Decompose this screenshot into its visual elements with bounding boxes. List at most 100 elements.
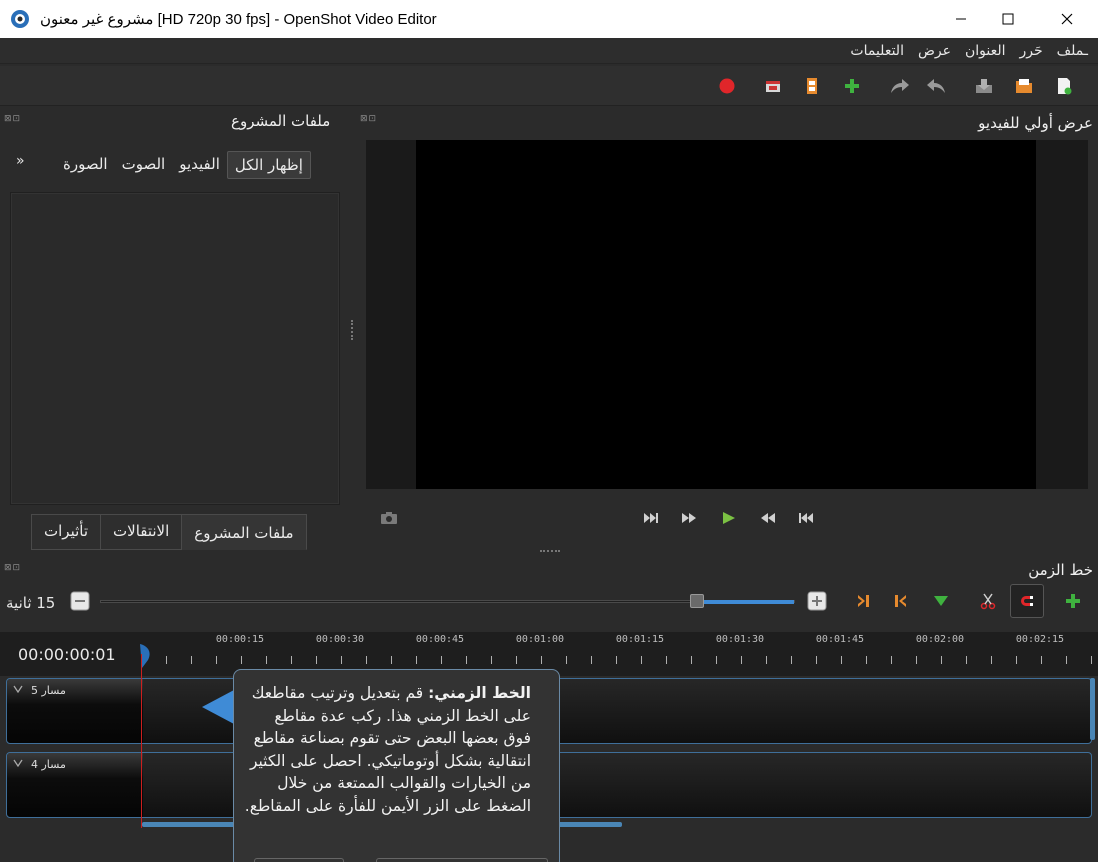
- ruler-tick: [191, 656, 192, 664]
- playhead-handle-icon[interactable]: [136, 644, 154, 668]
- choose-profile-button[interactable]: [800, 74, 824, 98]
- menu-help[interactable]: التعليمات: [850, 43, 904, 59]
- save-project-button[interactable]: [972, 74, 996, 98]
- ruler-tick: [441, 656, 442, 664]
- tab-effects[interactable]: تأثيرات: [31, 514, 102, 550]
- ruler-tick: [641, 656, 642, 664]
- minimize-icon: [956, 18, 966, 20]
- redo-button[interactable]: [888, 74, 912, 98]
- play-icon[interactable]: [719, 510, 737, 526]
- maximize-icon: [1002, 13, 1014, 25]
- minimize-button[interactable]: [938, 0, 984, 38]
- close-button[interactable]: [1044, 0, 1090, 38]
- tab-project-files[interactable]: ملفات المشروع: [181, 514, 307, 550]
- ruler-tick: [966, 656, 967, 664]
- record-icon: [719, 78, 735, 94]
- add-marker-button[interactable]: [928, 588, 954, 614]
- scissors-icon: [980, 593, 996, 610]
- ruler-label: 00:02:15: [1015, 634, 1065, 645]
- zoom-in-button[interactable]: [804, 588, 830, 614]
- open-project-button[interactable]: [1012, 74, 1036, 98]
- open-folder-icon: [1016, 79, 1032, 93]
- ruler-tick: [991, 656, 992, 664]
- save-icon: [976, 79, 992, 93]
- menu-bar: ـملف حَرر العنوان عرض التعليمات: [0, 38, 1098, 64]
- jump-to-start-icon[interactable]: [797, 510, 815, 526]
- add-track-button[interactable]: [1060, 588, 1086, 614]
- timeline-dock-controls[interactable]: ⊠⊡: [4, 563, 24, 575]
- filter-audio[interactable]: الصوت: [115, 151, 173, 179]
- ruler-tick: [816, 656, 817, 664]
- project-files-title: ملفات المشروع: [231, 112, 331, 130]
- ruler-tick: [466, 656, 467, 664]
- new-file-icon: [1058, 78, 1072, 95]
- clapperboard-icon: [766, 81, 780, 92]
- undo-icon: [927, 79, 945, 93]
- fullscreen-button[interactable]: [761, 74, 785, 98]
- snapping-toggle-button[interactable]: [1010, 584, 1044, 618]
- plus-icon: [1066, 594, 1080, 608]
- tooltip-hide-button[interactable]: [254, 858, 344, 862]
- menu-edit[interactable]: حَرر: [1020, 43, 1043, 59]
- more-filters-chevron-icon[interactable]: »: [16, 153, 25, 169]
- jump-to-end-icon[interactable]: [642, 510, 660, 526]
- vertical-splitter-handle[interactable]: [351, 320, 355, 340]
- timeline-vertical-scrollbar[interactable]: [1090, 678, 1095, 740]
- ruler-tick: [841, 656, 842, 664]
- ruler-tick: [1066, 656, 1067, 664]
- fast-forward-icon[interactable]: [680, 510, 698, 526]
- filter-image[interactable]: الصورة: [56, 151, 115, 179]
- ruler-tick: [491, 656, 492, 664]
- horizontal-splitter-handle[interactable]: [540, 550, 560, 553]
- ruler-tick: [866, 656, 867, 664]
- ruler-tick: [741, 656, 742, 664]
- ruler-tick: [541, 656, 542, 664]
- import-files-button[interactable]: [840, 74, 864, 98]
- tooltip-next-button[interactable]: [376, 858, 548, 862]
- project-files-dock-controls[interactable]: ⊠⊡: [4, 114, 24, 126]
- ruler-tick: [266, 656, 267, 664]
- tooltip-heading: الخط الزمني:: [428, 684, 531, 702]
- razor-tool-button[interactable]: [975, 588, 1001, 614]
- filter-show-all[interactable]: إظهار الكل: [226, 151, 311, 179]
- ruler-tick: [1091, 656, 1092, 664]
- ruler-tick: [216, 656, 217, 664]
- track-menu-chevron-icon[interactable]: [13, 759, 23, 767]
- zoom-slider-fill: [702, 600, 794, 604]
- zoom-slider-handle[interactable]: [690, 594, 704, 608]
- tooltip-body: قم بتعديل وترتيب مقاطعك على الخط الزمني …: [244, 684, 531, 815]
- ruler-label: 00:02:00: [915, 634, 965, 645]
- menu-title[interactable]: العنوان: [965, 43, 1006, 59]
- project-files-list[interactable]: [10, 192, 340, 505]
- screenshot-camera-icon[interactable]: [380, 510, 398, 526]
- timeline-tutorial-tooltip: الخط الزمني: قم بتعديل وترتيب مقاطعك على…: [233, 669, 560, 862]
- rewind-icon[interactable]: [759, 510, 777, 526]
- ruler-tick: [791, 656, 792, 664]
- tab-transitions[interactable]: الانتقالات: [100, 514, 183, 550]
- export-video-button[interactable]: [715, 74, 739, 98]
- menu-view[interactable]: عرض: [918, 43, 951, 59]
- preview-dock-controls[interactable]: ⊠⊡: [360, 114, 380, 126]
- undo-button[interactable]: [924, 74, 948, 98]
- previous-marker-button[interactable]: [888, 588, 914, 614]
- ruler-label: 00:01:30: [715, 634, 765, 645]
- ruler-tick: [566, 656, 567, 664]
- menu-file[interactable]: ـملف: [1057, 43, 1088, 59]
- zoom-out-button[interactable]: [67, 588, 93, 614]
- track-name: مسار 4: [31, 758, 66, 771]
- ruler-tick: [416, 656, 417, 664]
- title-bar: مشروع غير معنون [HD 720p 30 fps] - OpenS…: [0, 0, 1098, 38]
- timeline-title: خط الزمن: [1028, 561, 1093, 579]
- ruler-tick: [666, 656, 667, 664]
- new-project-button[interactable]: [1052, 74, 1076, 98]
- maximize-button[interactable]: [985, 0, 1031, 38]
- ruler-tick: [891, 656, 892, 664]
- video-preview-canvas[interactable]: [416, 140, 1036, 489]
- ruler-tick: [941, 656, 942, 664]
- ruler-tick: [166, 656, 167, 664]
- filter-video[interactable]: الفيديو: [172, 151, 227, 179]
- previous-marker-icon: [895, 595, 906, 607]
- next-marker-button[interactable]: [850, 588, 876, 614]
- file-filter-tabs: إظهار الكل الفيديو الصوت الصورة: [56, 151, 311, 179]
- track-menu-chevron-icon[interactable]: [13, 685, 23, 693]
